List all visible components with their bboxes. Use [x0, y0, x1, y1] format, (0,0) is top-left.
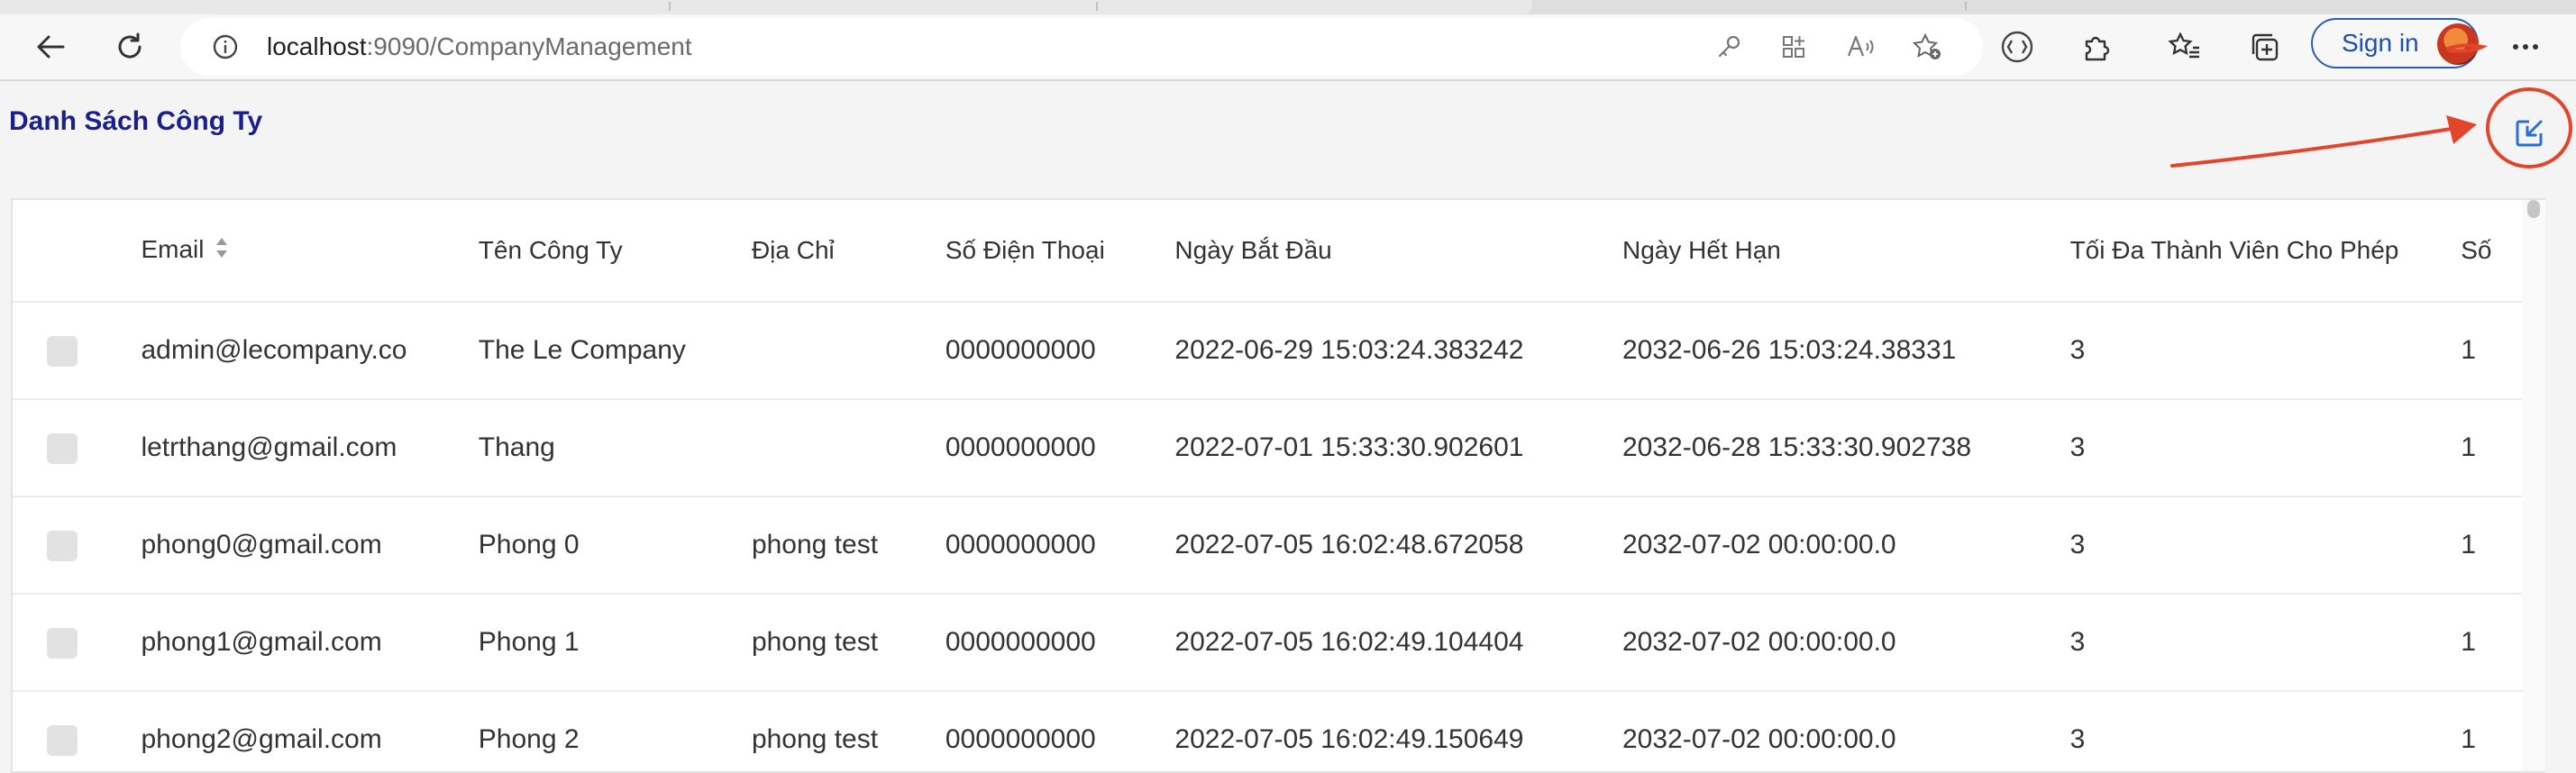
tab-divider	[669, 2, 671, 11]
collections-icon[interactable]	[2243, 25, 2286, 68]
address-bar[interactable]: localhost:9090/CompanyManagement	[180, 18, 1983, 76]
sort-icon[interactable]	[215, 236, 229, 266]
cell-address	[750, 301, 945, 399]
tab-strip	[0, 0, 2576, 14]
table-row[interactable]: phong1@gmail.com Phong 1 phong test 0000…	[13, 593, 2545, 691]
company-table: Email Tên Công Ty Địa Chỉ Số Điện Thoại …	[11, 198, 2545, 773]
more-icon[interactable]	[2504, 25, 2547, 68]
cell-phone: 0000000000	[944, 593, 1174, 691]
table-row[interactable]: letrthang@gmail.com Thang 0000000000 202…	[13, 398, 2545, 496]
scrollbar-thumb[interactable]	[2527, 200, 2540, 218]
cell-end-date: 2032-07-02 00:00:00.0	[1621, 496, 2069, 594]
cell-phone: 0000000000	[944, 398, 1174, 496]
cell-max-members: 3	[2069, 301, 2461, 399]
cell-start-date: 2022-07-05 16:02:49.104404	[1174, 593, 1621, 691]
read-aloud-icon[interactable]	[1839, 25, 1882, 68]
table-header-row: Email Tên Công Ty Địa Chỉ Số Điện Thoại …	[13, 200, 2545, 302]
immersive-reader-icon[interactable]	[1996, 25, 2039, 68]
tab-divider	[1096, 2, 1098, 11]
cell-company-name: Phong 0	[477, 496, 751, 594]
browser-toolbar: localhost:9090/CompanyManagement Sign in	[0, 14, 2576, 81]
cell-phone: 0000000000	[944, 496, 1174, 594]
cell-start-date: 2022-07-01 15:33:30.902601	[1174, 398, 1621, 496]
cell-email: phong0@gmail.com	[140, 496, 478, 594]
page-title: Danh Sách Công Ty	[9, 106, 263, 136]
cell-end-date: 2032-06-26 15:03:24.38331	[1621, 301, 2069, 399]
cell-phone: 0000000000	[944, 690, 1174, 771]
cell-address	[750, 398, 945, 496]
column-header-max-members[interactable]: Tối Đa Thành Viên Cho Phép	[2069, 200, 2461, 302]
cell-max-members: 3	[2069, 690, 2461, 771]
cell-phone: 0000000000	[944, 301, 1174, 399]
cell-end-date: 2032-07-02 00:00:00.0	[1621, 690, 2069, 771]
row-checkbox[interactable]	[47, 530, 78, 561]
favorites-icon[interactable]	[2163, 25, 2206, 68]
cell-email: letrthang@gmail.com	[140, 398, 478, 496]
info-icon[interactable]	[204, 25, 247, 68]
tab-divider	[1965, 2, 1967, 11]
column-header-email[interactable]: Email	[140, 200, 477, 302]
extensions-icon[interactable]	[2075, 25, 2118, 68]
table-row[interactable]: admin@lecompany.co The Le Company 000000…	[13, 301, 2545, 399]
column-header-start-date[interactable]: Ngày Bắt Đầu	[1174, 200, 1621, 302]
sign-in-label: Sign in	[2342, 29, 2419, 57]
annotation-circle	[2486, 87, 2572, 168]
cell-address: phong test	[750, 690, 945, 771]
cell-email: admin@lecompany.co	[140, 301, 478, 399]
cell-company-name: Thang	[477, 398, 751, 496]
add-favorite-icon[interactable]	[1905, 25, 1949, 68]
cell-email: phong2@gmail.com	[140, 690, 478, 771]
cell-start-date: 2022-06-29 15:03:24.383242	[1174, 301, 1621, 399]
cell-max-members: 3	[2069, 593, 2461, 691]
select-column-header	[13, 200, 140, 302]
vertical-scrollbar[interactable]	[2522, 200, 2545, 771]
url-host: localhost	[267, 32, 367, 60]
row-checkbox[interactable]	[47, 432, 78, 464]
cell-max-members: 3	[2069, 496, 2461, 594]
table-row[interactable]: phong0@gmail.com Phong 0 phong test 0000…	[13, 496, 2545, 594]
cell-max-members: 3	[2069, 398, 2461, 496]
row-checkbox[interactable]	[47, 627, 78, 659]
cell-email: phong1@gmail.com	[140, 593, 478, 691]
cell-company-name: The Le Company	[477, 301, 751, 399]
annotation-arrow	[2170, 115, 2477, 168]
annotation-mark	[2446, 43, 2488, 53]
url-text[interactable]: localhost:9090/CompanyManagement	[267, 18, 692, 76]
table-row[interactable]: phong2@gmail.com Phong 2 phong test 0000…	[13, 690, 2545, 771]
active-tab[interactable]	[0, 0, 1532, 14]
cell-end-date: 2032-07-02 00:00:00.0	[1621, 593, 2069, 691]
column-header-company-name[interactable]: Tên Công Ty	[478, 200, 751, 302]
row-checkbox[interactable]	[47, 335, 78, 367]
column-header-address[interactable]: Địa Chỉ	[751, 200, 945, 302]
column-header-phone[interactable]: Số Điện Thoại	[945, 200, 1174, 302]
url-path: :9090/CompanyManagement	[366, 32, 692, 60]
cell-company-name: Phong 2	[477, 690, 751, 771]
column-header-end-date[interactable]: Ngày Hết Hạn	[1621, 200, 2069, 302]
key-icon[interactable]	[1707, 25, 1750, 68]
column-header-label: Email	[141, 234, 205, 263]
cell-address: phong test	[750, 496, 945, 594]
back-icon[interactable]	[29, 25, 72, 68]
refresh-icon[interactable]	[108, 25, 151, 68]
cell-end-date: 2032-06-28 15:33:30.902738	[1621, 398, 2069, 496]
cell-company-name: Phong 1	[477, 593, 751, 691]
cell-start-date: 2022-07-05 16:02:48.672058	[1174, 496, 1621, 594]
row-checkbox[interactable]	[47, 724, 78, 756]
app-grid-icon[interactable]	[1772, 25, 1815, 68]
cell-address: phong test	[750, 593, 945, 691]
cell-start-date: 2022-07-05 16:02:49.150649	[1174, 690, 1621, 771]
